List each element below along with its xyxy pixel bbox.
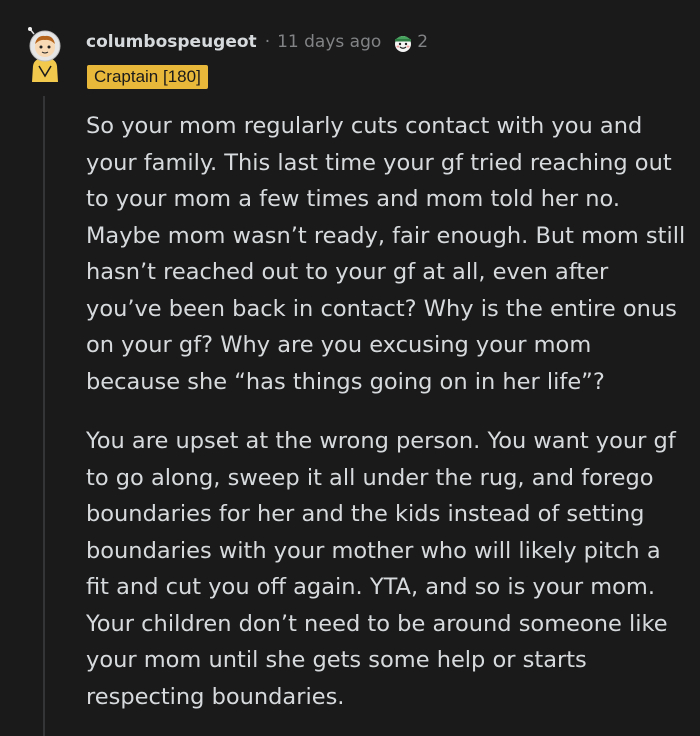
- comment-paragraph: You are upset at the wrong person. You w…: [86, 428, 676, 710]
- user-avatar[interactable]: [22, 26, 68, 84]
- thread-collapse-line[interactable]: [43, 96, 45, 736]
- username-link[interactable]: columbospeugeot: [86, 32, 257, 52]
- comment-header: columbospeugeot · 11 days ago 2: [86, 28, 428, 56]
- timestamp-link[interactable]: 11 days ago: [277, 32, 381, 52]
- meta-separator: ·: [264, 32, 271, 52]
- wholesome-award-icon: [395, 36, 412, 52]
- astronaut-avatar-icon: [28, 27, 61, 82]
- comment-body: So your mom regularly cuts contact with …: [86, 108, 686, 715]
- user-flair: Craptain [180]: [87, 65, 208, 89]
- award-count: 2: [417, 32, 429, 52]
- comment-paragraph: So your mom regularly cuts contact with …: [86, 113, 686, 395]
- award-badge[interactable]: 2: [391, 30, 428, 54]
